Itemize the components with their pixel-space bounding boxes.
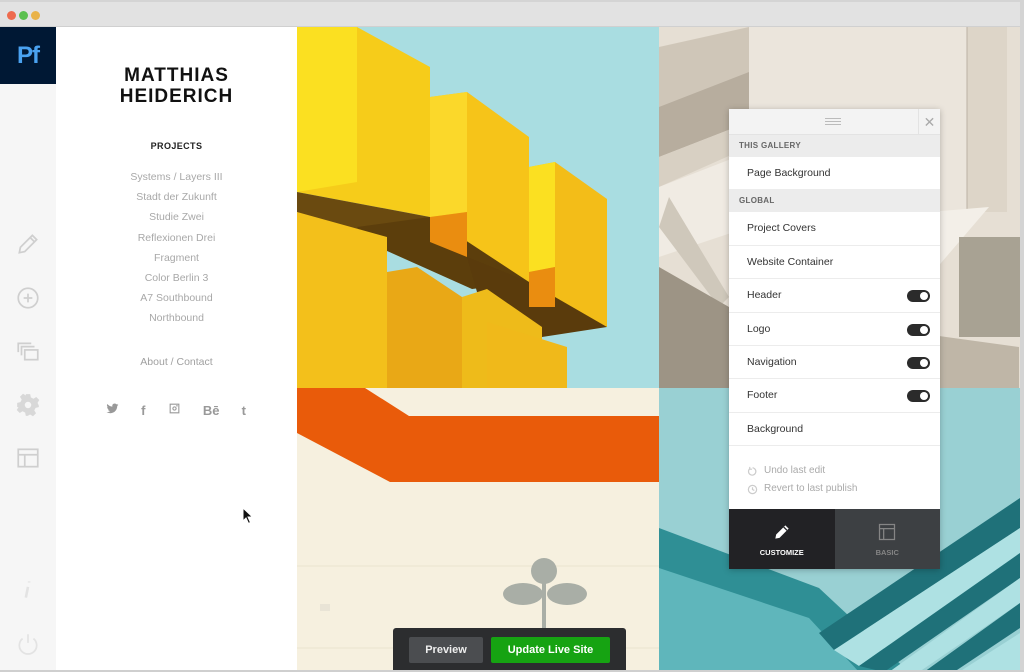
title-bar xyxy=(0,2,1020,27)
undo-label: Undo last edit xyxy=(764,465,826,477)
row-background[interactable]: Background xyxy=(729,413,940,447)
mode-basic[interactable]: BASIC xyxy=(834,509,940,569)
row-logo[interactable]: Logo xyxy=(729,313,940,346)
facebook-icon[interactable]: f xyxy=(141,403,145,418)
site-title-line2: HEIDERICH xyxy=(119,86,234,107)
mouse-cursor-icon xyxy=(242,507,254,525)
plus-circle-icon[interactable] xyxy=(14,284,42,312)
close-icon[interactable]: ✕ xyxy=(918,109,940,135)
instagram-icon[interactable] xyxy=(168,402,181,418)
row-label: Navigation xyxy=(747,355,797,368)
customize-panel: ✕ THIS GALLERY Page Background GLOBAL Pr… xyxy=(729,109,940,569)
undo-icon xyxy=(747,466,757,476)
pencil-icon xyxy=(775,524,789,539)
layout-icon[interactable] xyxy=(14,444,42,472)
project-link[interactable]: Fragment xyxy=(56,248,297,268)
mode-basic-label: BASIC xyxy=(875,547,899,557)
behance-icon[interactable]: Bē xyxy=(203,403,220,418)
section-global: GLOBAL xyxy=(729,190,940,213)
site-title[interactable]: MATTHIAS HEIDERICH xyxy=(56,65,297,107)
row-navigation[interactable]: Navigation xyxy=(729,346,940,380)
project-link[interactable]: Color Berlin 3 xyxy=(56,268,297,288)
gear-icon[interactable] xyxy=(14,391,42,419)
row-label: Project Covers xyxy=(747,222,816,235)
power-icon[interactable] xyxy=(14,630,42,658)
mode-customize[interactable]: CUSTOMIZE xyxy=(729,509,835,569)
project-list: Systems / Layers III Stadt der Zukunft S… xyxy=(56,167,297,329)
revert-label: Revert to last publish xyxy=(764,483,858,495)
footer-toggle[interactable] xyxy=(907,390,930,403)
app-rail: Pf xyxy=(0,27,56,672)
row-footer[interactable]: Footer xyxy=(729,379,940,413)
minimize-window-button[interactable] xyxy=(19,11,28,20)
layout-icon xyxy=(879,523,896,540)
row-label: Header xyxy=(747,289,782,302)
project-link[interactable]: Reflexionen Drei xyxy=(56,228,297,248)
logo-toggle[interactable] xyxy=(907,323,930,336)
social-links: f Bē t xyxy=(106,402,246,418)
mode-customize-label: CUSTOMIZE xyxy=(759,547,804,557)
info-icon[interactable] xyxy=(14,575,42,603)
row-label: Background xyxy=(747,422,804,435)
twitter-icon[interactable] xyxy=(106,402,119,418)
preview-button[interactable]: Preview xyxy=(409,637,483,663)
header-toggle[interactable] xyxy=(907,290,930,303)
update-live-site-button[interactable]: Update Live Site xyxy=(491,637,610,663)
drag-handle-icon[interactable] xyxy=(825,118,841,125)
site-navigation: MATTHIAS HEIDERICH PROJECTS Systems / La… xyxy=(56,27,297,672)
revert-icon xyxy=(747,484,758,494)
row-label: Footer xyxy=(747,389,778,402)
row-label: Website Container xyxy=(747,255,834,268)
row-project-covers[interactable]: Project Covers xyxy=(729,212,940,246)
mode-switcher: CUSTOMIZE BASIC xyxy=(729,509,940,569)
undo-last-edit-button[interactable]: Undo last edit xyxy=(747,462,940,480)
zoom-window-button[interactable] xyxy=(31,11,40,20)
revert-to-last-publish-button[interactable]: Revert to last publish xyxy=(747,480,940,498)
pencil-icon[interactable] xyxy=(14,230,42,258)
projects-heading: PROJECTS xyxy=(150,141,203,151)
navigation-toggle[interactable] xyxy=(907,356,930,369)
history-actions: Undo last edit Revert to last publish xyxy=(729,446,940,511)
app-window: Pf MATTHIAS HEIDERICH PROJECTS Systems /… xyxy=(0,2,1020,672)
row-page-background[interactable]: Page Background xyxy=(729,157,940,191)
tumblr-icon[interactable]: t xyxy=(242,403,246,418)
pages-icon[interactable] xyxy=(14,337,42,365)
row-website-container[interactable]: Website Container xyxy=(729,246,940,280)
row-label: Page Background xyxy=(747,167,831,179)
site-title-line1: MATTHIAS xyxy=(124,65,229,86)
gallery-image-yellow-boxes[interactable] xyxy=(297,27,659,388)
row-label: Logo xyxy=(747,322,771,335)
about-contact-link[interactable]: About / Contact xyxy=(56,356,297,368)
project-link[interactable]: Studie Zwei xyxy=(56,207,297,227)
project-link[interactable]: Systems / Layers III xyxy=(56,167,297,187)
project-link[interactable]: Stadt der Zukunft xyxy=(56,187,297,207)
portfolio-logo[interactable]: Pf xyxy=(0,27,56,84)
row-header[interactable]: Header xyxy=(729,279,940,313)
close-window-button[interactable] xyxy=(7,11,16,20)
publish-action-bar: Preview Update Live Site xyxy=(393,628,626,672)
panel-header: ✕ xyxy=(729,109,940,135)
section-this-gallery: THIS GALLERY xyxy=(729,135,940,157)
project-link[interactable]: A7 Southbound xyxy=(56,288,297,308)
project-link[interactable]: Northbound xyxy=(56,308,297,328)
